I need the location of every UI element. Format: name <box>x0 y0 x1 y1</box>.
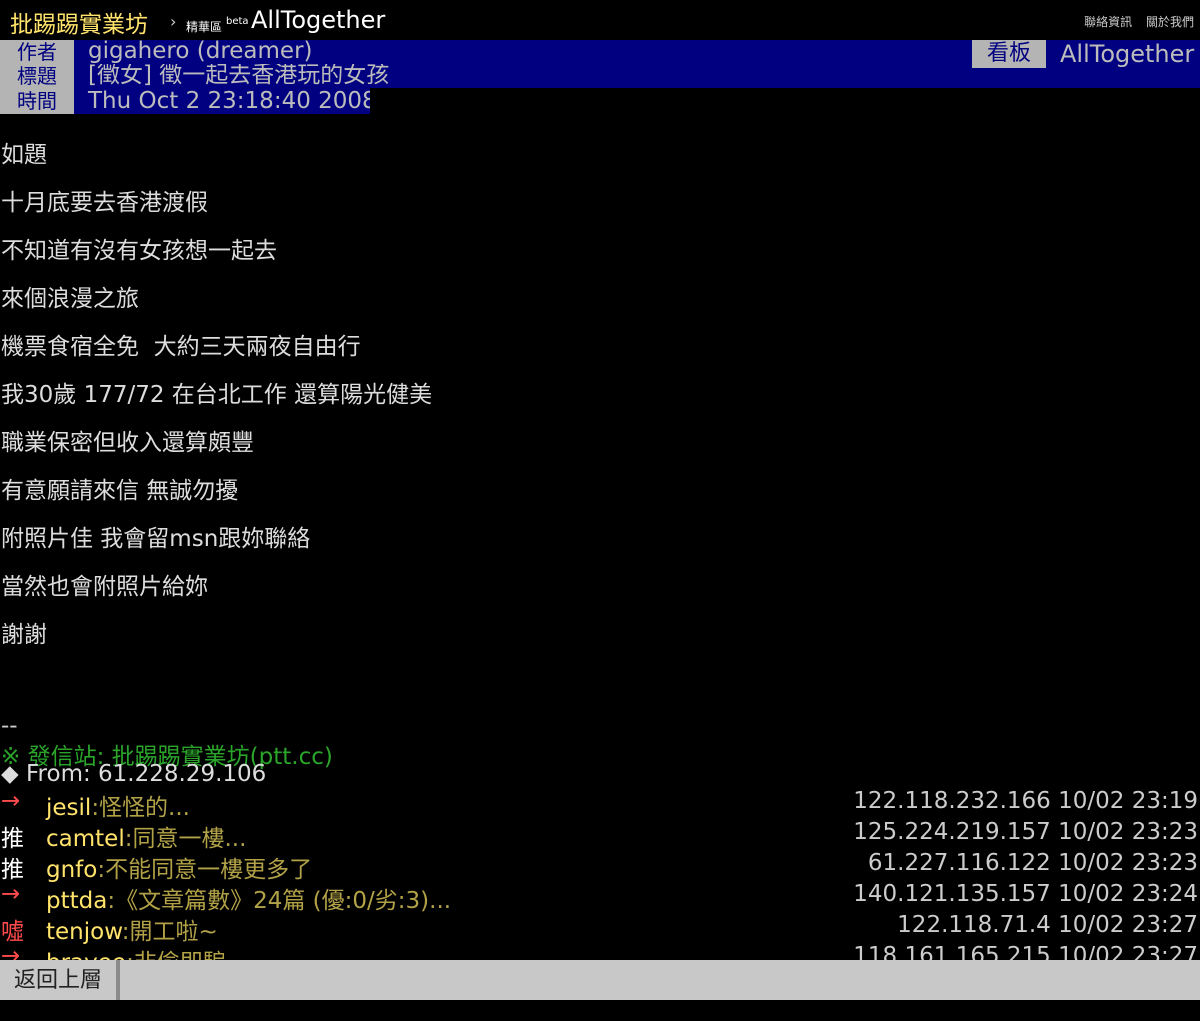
board-name: AllTogether <box>1060 40 1195 68</box>
body-line: 如題 <box>1 142 47 168</box>
push-row: → jesil:怪怪的... 122.118.232.166 10/02 23:… <box>0 788 1200 822</box>
time-value: Thu Oct 2 23:18:40 2008 <box>74 88 370 114</box>
push-ipdate: 140.121.135.157 10/02 23:24 <box>853 881 1198 907</box>
push-user: jesil:怪怪的... <box>46 788 190 822</box>
push-username: tenjow <box>46 919 122 945</box>
push-tag: 推 <box>1 826 24 852</box>
push-content: :怪怪的... <box>91 795 190 821</box>
author-label: 作者 <box>0 40 74 64</box>
breadcrumb-separator: › <box>170 12 177 31</box>
push-row: → pttda:《文章篇數》24篇 (優:0/劣:3)... 140.121.1… <box>0 881 1200 915</box>
body-line: 不知道有沒有女孩想一起去 <box>1 238 277 264</box>
body-line: 職業保密但收入還算頗豐 <box>1 430 254 456</box>
push-ipdate: 122.118.71.4 10/02 23:27 <box>897 912 1198 938</box>
article-metadata: 作者 gigahero (dreamer) 標題 [徵女] 徵一起去香港玩的女孩… <box>0 40 1200 114</box>
body-line: 有意願請來信 無誠勿擾 <box>1 478 239 504</box>
contact-link[interactable]: 聯絡資訊 <box>1084 15 1132 29</box>
time-label: 時間 <box>0 88 74 114</box>
board-label: 看板 <box>972 40 1046 68</box>
body-line: 十月底要去香港渡假 <box>1 190 208 216</box>
body-line: 當然也會附照片給妳 <box>1 574 208 600</box>
push-tag: 噓 <box>1 919 24 945</box>
site-title-link[interactable]: 批踢踢實業坊 <box>10 5 148 39</box>
back-button[interactable]: 返回上層 <box>0 960 120 1000</box>
push-user: camtel:同意一樓... <box>46 819 246 853</box>
title-label: 標題 <box>0 64 74 88</box>
body-line: 附照片佳 我會留msn跟妳聯絡 <box>1 526 311 552</box>
push-tag: → <box>1 788 21 814</box>
body-line: 來個浪漫之旅 <box>1 286 139 312</box>
push-username: pttda <box>46 888 108 914</box>
push-user: pttda:《文章篇數》24篇 (優:0/劣:3)... <box>46 881 451 915</box>
beta-label: beta <box>226 16 249 27</box>
breadcrumb-area-link[interactable]: 精華區 <box>186 18 222 35</box>
body-line: 謝謝 <box>1 622 47 648</box>
push-row: 推 camtel:同意一樓... 125.224.219.157 10/02 2… <box>0 819 1200 853</box>
time-row: 時間 Thu Oct 2 23:18:40 2008 <box>0 88 1200 114</box>
body-line: 我30歲 177/72 在台北工作 還算陽光健美 <box>1 382 433 408</box>
push-username: camtel <box>46 826 125 852</box>
push-row: 噓 tenjow:開工啦~ 122.118.71.4 10/02 23:27 <box>0 912 1200 946</box>
push-content: :不能同意一樓更多了 <box>97 857 313 883</box>
push-user: tenjow:開工啦~ <box>46 912 218 946</box>
signature-from: ◆ From: 61.228.29.106 <box>1 761 267 787</box>
bottom-spacer <box>0 1000 1200 1021</box>
push-ipdate: 61.227.116.122 10/02 23:23 <box>867 850 1198 876</box>
push-row: 推 gnfo:不能同意一樓更多了 61.227.116.122 10/02 23… <box>0 850 1200 884</box>
about-link[interactable]: 關於我們 <box>1146 15 1194 29</box>
bottom-bar: 返回上層 <box>0 960 1200 1000</box>
push-ipdate: 125.224.219.157 10/02 23:23 <box>853 819 1198 845</box>
body-line: 機票食宿全免 大約三天兩夜自由行 <box>1 334 361 360</box>
push-tag: → <box>1 881 21 907</box>
top-bar: 批踢踢實業坊 › 精華區 beta AllTogether 聯絡資訊 關於我們 <box>0 0 1200 40</box>
push-content: :同意一樓... <box>124 826 247 852</box>
top-links: 聯絡資訊 關於我們 <box>1074 13 1194 30</box>
push-ipdate: 122.118.232.166 10/02 23:19 <box>853 788 1198 814</box>
push-content: :開工啦~ <box>121 919 218 945</box>
push-content: :《文章篇數》24篇 (優:0/劣:3)... <box>107 888 452 914</box>
push-username: gnfo <box>46 857 98 883</box>
push-username: jesil <box>46 795 92 821</box>
breadcrumb-board-link[interactable]: AllTogether <box>251 6 385 34</box>
push-user: gnfo:不能同意一樓更多了 <box>46 850 312 884</box>
signature-separator: -- <box>1 713 18 739</box>
push-tag: 推 <box>1 857 24 883</box>
